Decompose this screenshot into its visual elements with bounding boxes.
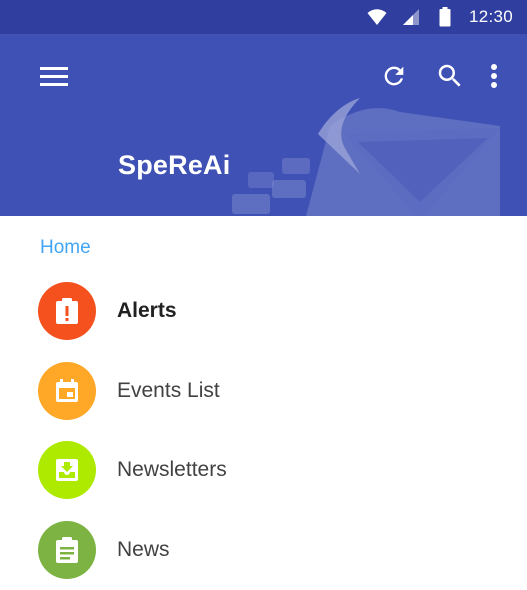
refresh-icon [384,66,404,86]
calendar-icon [38,362,96,420]
section-label-home: Home [40,237,91,258]
menu-icon [40,67,68,86]
nav-item-label: Alerts [117,299,177,322]
search-button[interactable] [430,58,470,94]
nav-item-newsletters[interactable]: Newsletters [0,434,527,506]
status-clock: 12:30 [468,7,513,26]
nav-item-news[interactable]: News [0,514,527,586]
nav-item-label: News [117,538,170,561]
menu-button[interactable] [34,58,74,94]
app-bar: SpeReAi [0,34,527,216]
battery-icon [435,7,455,27]
clipboard-text-icon [38,521,96,579]
refresh-button[interactable] [374,58,414,94]
alert-clipboard-icon [38,282,96,340]
navigation-drawer: Home Alerts Events List Newsletters News [0,216,527,590]
status-bar: 12:30 [0,0,527,34]
nav-item-label: Events List [117,379,220,402]
app-title: SpeReAi [118,150,231,180]
nav-item-label: Newsletters [117,458,227,481]
more-vert-icon [491,64,497,88]
nav-item-alerts[interactable]: Alerts [0,275,527,347]
inbox-download-icon [38,441,96,499]
cell-signal-icon [401,7,421,27]
wifi-icon [367,7,387,27]
nav-item-events-list[interactable]: Events List [0,355,527,427]
search-icon [438,64,461,87]
more-options-button[interactable] [474,58,514,94]
